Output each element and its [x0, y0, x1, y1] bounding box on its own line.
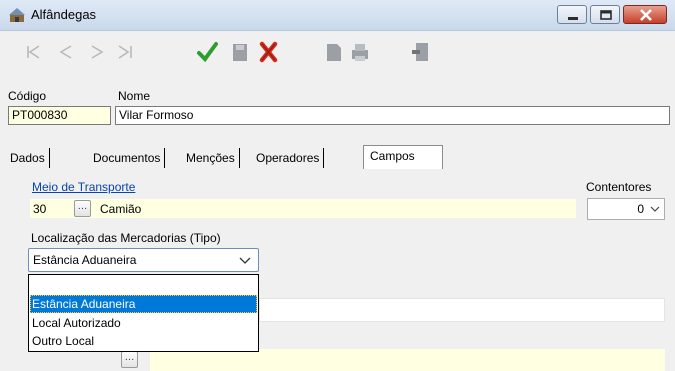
dropdown-option-estancia-aduaneira[interactable]: Estância Aduaneira [30, 295, 257, 313]
hidden-description-field [150, 349, 665, 371]
codigo-label: Código [8, 89, 47, 103]
localizacao-selected-value: Estância Aduaneira [33, 253, 137, 267]
next-record-icon[interactable] [86, 41, 108, 63]
document-icon[interactable] [323, 41, 345, 63]
tab-dados-gerais[interactable]: Dados Gerais [6, 148, 51, 185]
meio-transporte-desc: Camião [100, 202, 142, 216]
exit-door-icon[interactable] [410, 41, 432, 63]
contentores-spinner[interactable]: 0 [587, 198, 665, 220]
save-icon[interactable] [229, 41, 251, 63]
alfandegas-window: Alfândegas Código Nome PT000830 Vilar Fo… [0, 0, 675, 371]
localizacao-select[interactable]: Estância Aduaneira [28, 248, 259, 272]
maximize-icon [600, 10, 612, 20]
chevron-down-icon [650, 206, 660, 212]
title-bar: Alfândegas [0, 0, 675, 31]
dropdown-option-empty[interactable] [30, 277, 257, 295]
previous-record-icon[interactable] [55, 41, 77, 63]
localizacao-label: Localização das Mercadorias (Tipo) [31, 231, 221, 245]
meio-transporte-code[interactable]: 30 [33, 202, 46, 216]
contentores-label: Contentores [586, 180, 652, 194]
minimize-icon [568, 17, 578, 20]
hidden-lookup-button[interactable]: … [121, 351, 138, 368]
first-record-icon[interactable] [22, 41, 44, 63]
meio-transporte-lookup-button[interactable]: … [74, 200, 91, 217]
close-button[interactable] [623, 5, 667, 24]
confirm-check-icon[interactable] [196, 41, 218, 63]
minimize-button[interactable] [557, 5, 587, 24]
dropdown-option-outro-local[interactable]: Outro Local [30, 332, 257, 350]
meio-transporte-link[interactable]: Meio de Transporte [32, 180, 135, 194]
maximize-button[interactable] [590, 5, 620, 24]
last-record-icon[interactable] [114, 41, 136, 63]
tab-documentos[interactable]: Documentos [89, 148, 166, 168]
toolbar [0, 31, 675, 79]
print-icon[interactable] [349, 41, 371, 63]
app-icon [9, 8, 25, 22]
close-icon [640, 9, 652, 21]
nome-label: Nome [118, 89, 151, 103]
cancel-cross-icon[interactable] [257, 41, 279, 63]
hidden-field-row [259, 298, 665, 322]
contentores-value: 0 [637, 202, 644, 216]
chevron-down-icon [239, 257, 251, 264]
nome-field[interactable]: Vilar Formoso [115, 106, 670, 125]
tab-mencoes[interactable]: Menções [182, 148, 240, 168]
tab-operadores[interactable]: Operadores [252, 148, 325, 168]
codigo-field[interactable]: PT000830 [8, 106, 111, 125]
localizacao-dropdown-list: Estância Aduaneira Local Autorizado Outr… [28, 274, 259, 352]
tab-campos-automaticos[interactable]: Campos Automáticos [363, 145, 444, 183]
dropdown-option-local-autorizado[interactable]: Local Autorizado [30, 314, 257, 332]
window-title: Alfândegas [31, 7, 97, 22]
